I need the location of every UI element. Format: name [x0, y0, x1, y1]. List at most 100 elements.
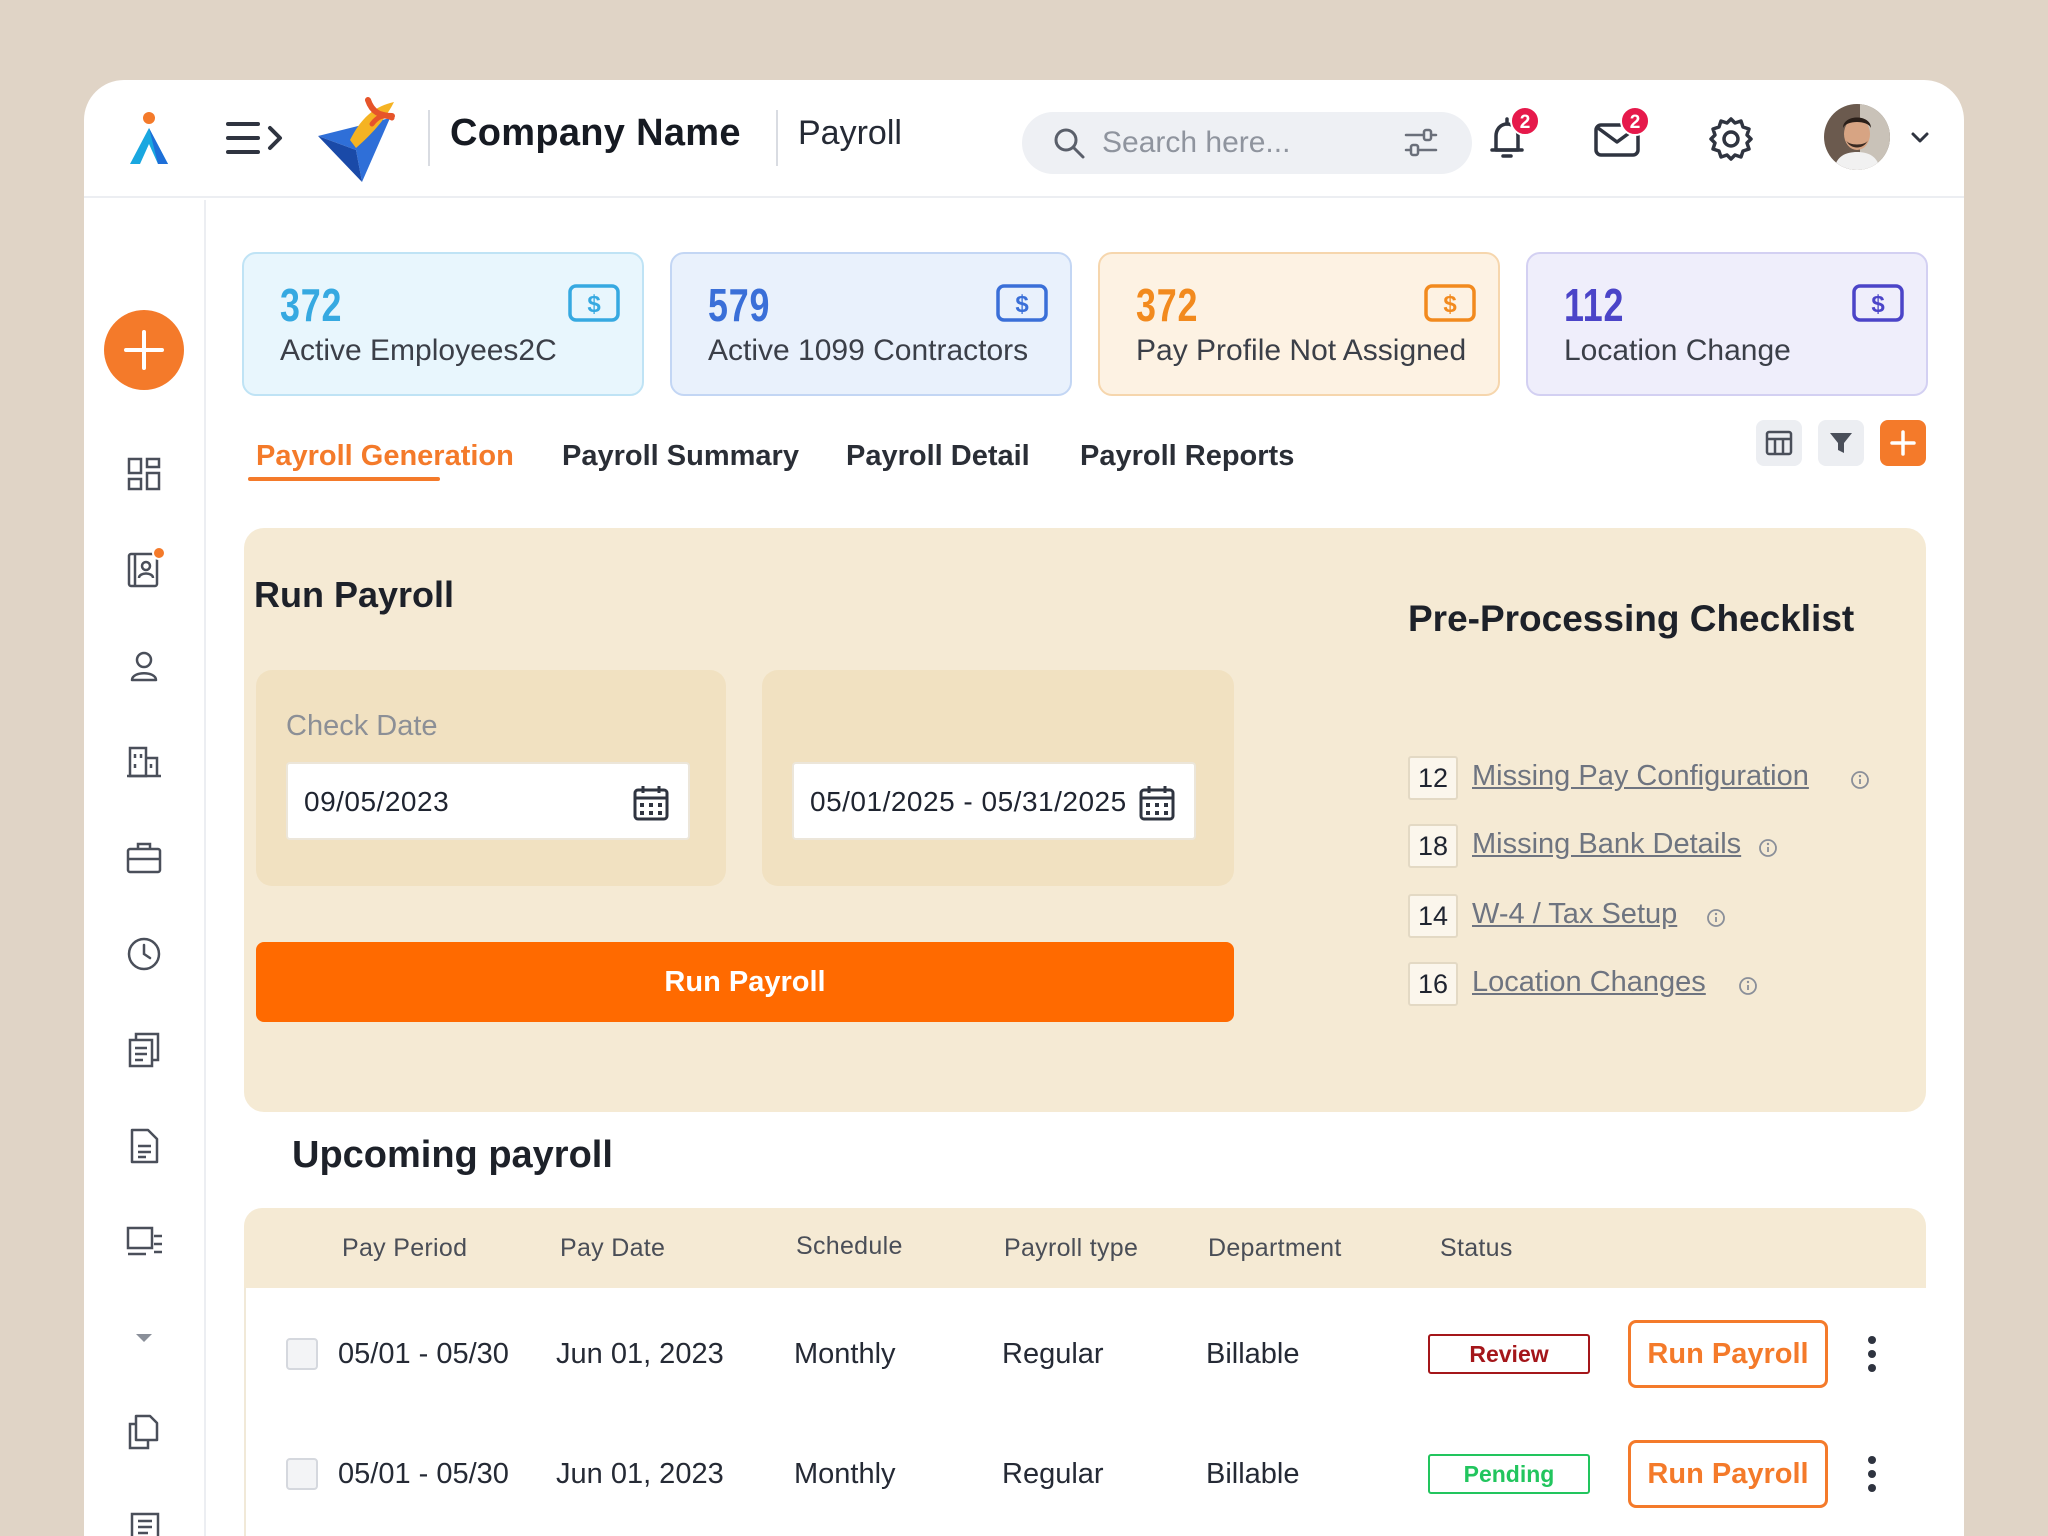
more-options-icon[interactable] — [1866, 1334, 1878, 1374]
check-date-value: 09/05/2023 — [304, 786, 450, 817]
money-icon: $ — [996, 284, 1048, 322]
run-payroll-row-button[interactable]: Run Payroll — [1628, 1320, 1828, 1388]
notifications-button[interactable]: 2 — [1482, 106, 1540, 164]
checklist-count: 12 — [1408, 756, 1458, 800]
department-cell: Billable — [1206, 1458, 1300, 1490]
monitor-list-icon[interactable] — [124, 1222, 164, 1262]
stat-card-location-change[interactable]: 112 Location Change $ — [1526, 252, 1928, 396]
invoice-icon[interactable] — [124, 1510, 164, 1536]
svg-text:$: $ — [1871, 291, 1885, 318]
money-icon: $ — [1424, 284, 1476, 322]
sidebar-item-directory[interactable] — [124, 546, 166, 590]
checklist-link[interactable]: W-4 / Tax Setup — [1472, 898, 1677, 931]
search-input[interactable] — [1102, 122, 1392, 164]
payroll-type-cell: Regular — [1002, 1458, 1104, 1490]
brand-logo-icon[interactable] — [122, 110, 176, 168]
pay-date-cell: Jun 01, 2023 — [556, 1338, 724, 1370]
filter-icon — [1830, 433, 1852, 453]
stat-card-contractors[interactable]: 579 Active 1099 Contractors $ — [670, 252, 1072, 396]
tab-payroll-generation[interactable]: Payroll Generation — [256, 440, 514, 473]
payroll-type-cell: Regular — [1002, 1338, 1104, 1370]
message-count-badge: 2 — [1620, 106, 1650, 136]
run-payroll-button[interactable]: Run Payroll — [256, 942, 1234, 1022]
upcoming-payroll-title: Upcoming payroll — [292, 1134, 613, 1176]
row-checkbox[interactable] — [286, 1338, 318, 1370]
column-header[interactable]: Schedule — [796, 1232, 903, 1261]
sidebar — [84, 200, 206, 1536]
stat-label: Active Employees2C — [280, 334, 557, 367]
table-row: 05/01 - 05/30 Jun 01, 2023 Monthly Regul… — [246, 1408, 1928, 1528]
pay-period-range-field[interactable]: 05/01/2025 - 05/31/2025 — [792, 762, 1196, 840]
chevron-down-icon[interactable] — [1906, 124, 1934, 152]
checklist-count: 16 — [1408, 962, 1458, 1006]
tab-payroll-reports[interactable]: Payroll Reports — [1080, 440, 1294, 473]
panel-title: Run Payroll — [254, 574, 455, 615]
app-window: Company Name Payroll 2 — [84, 80, 1964, 1536]
user-avatar[interactable] — [1824, 104, 1890, 170]
plus-icon — [124, 330, 164, 370]
user-icon[interactable] — [124, 646, 164, 686]
stat-label: Pay Profile Not Assigned — [1136, 334, 1467, 367]
briefcase-icon[interactable] — [124, 838, 164, 878]
plus-icon — [1890, 430, 1916, 456]
search-icon[interactable] — [1052, 126, 1086, 160]
checklist-link[interactable]: Location Changes — [1472, 966, 1706, 999]
run-payroll-row-button[interactable]: Run Payroll — [1628, 1440, 1828, 1508]
stat-value: 372 — [1136, 279, 1199, 331]
tab-payroll-detail[interactable]: Payroll Detail — [846, 440, 1030, 473]
check-date-field[interactable]: 09/05/2023 — [286, 762, 690, 840]
column-header[interactable]: Payroll type — [1004, 1234, 1138, 1263]
info-icon[interactable] — [1758, 838, 1778, 858]
notification-count-badge: 2 — [1510, 106, 1540, 136]
gear-icon[interactable] — [1706, 114, 1756, 164]
caret-down-icon[interactable] — [124, 1318, 164, 1358]
row-checkbox[interactable] — [286, 1458, 318, 1490]
column-header[interactable]: Pay Date — [560, 1234, 665, 1263]
checklist-link[interactable]: Missing Pay Configuration — [1472, 760, 1809, 793]
building-icon[interactable] — [124, 742, 164, 782]
column-header[interactable]: Pay Period — [342, 1234, 467, 1263]
company-name: Company Name — [450, 112, 741, 154]
module-name: Payroll — [798, 114, 902, 152]
add-new-button[interactable] — [104, 310, 184, 390]
copy-files-icon[interactable] — [124, 1412, 164, 1452]
file-icon[interactable] — [124, 1126, 164, 1166]
info-icon[interactable] — [1850, 770, 1870, 790]
documents-icon[interactable] — [124, 1030, 164, 1070]
tab-payroll-summary[interactable]: Payroll Summary — [562, 440, 799, 473]
checklist-link[interactable]: Missing Bank Details — [1472, 828, 1741, 861]
check-date-label: Check Date — [286, 710, 438, 742]
company-logo-icon — [318, 97, 395, 182]
filter-button[interactable] — [1818, 420, 1864, 466]
status-badge: Pending — [1428, 1454, 1590, 1494]
stat-value: 579 — [708, 279, 771, 331]
svg-text:$: $ — [1015, 291, 1029, 318]
table-view-button[interactable] — [1756, 420, 1802, 466]
stat-card-active-employees[interactable]: 372 Active Employees2C $ — [242, 252, 644, 396]
column-header[interactable]: Status — [1440, 1234, 1513, 1263]
info-icon[interactable] — [1706, 908, 1726, 928]
calendar-icon[interactable] — [1138, 784, 1176, 822]
calendar-icon[interactable] — [632, 784, 670, 822]
dashboard-icon[interactable] — [124, 454, 164, 494]
pay-period-cell: 05/01 - 05/30 — [338, 1338, 509, 1370]
add-button[interactable] — [1880, 420, 1926, 466]
messages-button[interactable]: 2 — [1592, 106, 1650, 164]
clock-icon[interactable] — [124, 934, 164, 974]
active-tab-indicator — [248, 477, 440, 481]
filter-sliders-icon[interactable] — [1404, 128, 1438, 158]
menu-toggle-icon[interactable] — [224, 116, 284, 160]
money-icon: $ — [568, 284, 620, 322]
info-icon[interactable] — [1738, 976, 1758, 996]
table-body: 05/01 - 05/30 Jun 01, 2023 Monthly Regul… — [244, 1288, 1926, 1536]
more-options-icon[interactable] — [1866, 1454, 1878, 1494]
column-header[interactable]: Department — [1208, 1234, 1342, 1263]
department-cell: Billable — [1206, 1338, 1300, 1370]
svg-text:$: $ — [1443, 291, 1457, 318]
header-divider — [776, 110, 778, 166]
table-row: 05/01 - 05/30 Jun 01, 2023 Monthly Regul… — [246, 1288, 1928, 1408]
status-badge: Review — [1428, 1334, 1590, 1374]
table-header: Pay Period Pay Date Schedule Payroll typ… — [244, 1208, 1926, 1288]
stat-card-pay-profile[interactable]: 372 Pay Profile Not Assigned $ — [1098, 252, 1500, 396]
money-icon: $ — [1852, 284, 1904, 322]
